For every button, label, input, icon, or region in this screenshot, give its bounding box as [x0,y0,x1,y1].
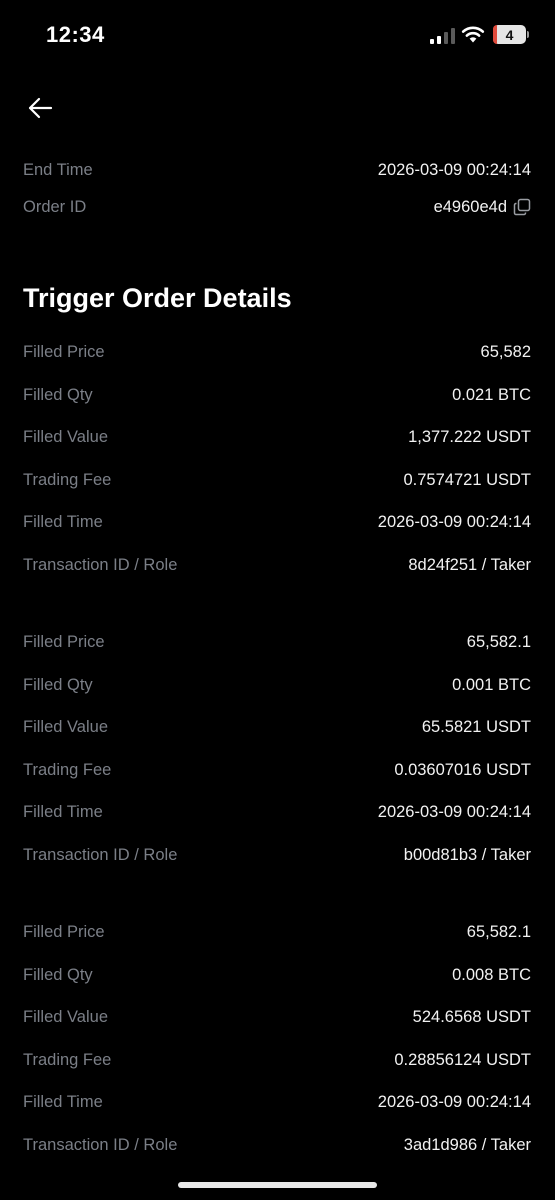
filled-price-label: Filled Price [23,632,105,651]
filled-price-label: Filled Price [23,342,105,361]
trading-fee-label: Trading Fee [23,1050,112,1069]
filled-price-row: Filled Price 65,582.1 [23,628,531,656]
status-time: 12:34 [46,22,105,47]
filled-value-label: Filled Value [23,717,108,736]
trading-fee-row: Trading Fee 0.7574721 USDT [23,466,531,494]
transaction-value: b00d81b3 / Taker [403,845,531,864]
filled-qty-value: 0.021 BTC [452,385,531,404]
filled-time-value: 2026-03-09 00:24:14 [377,1092,531,1111]
cellular-signal-icon [430,28,455,44]
arrow-left-icon [28,97,53,119]
section-title: Trigger Order Details [23,283,292,313]
copy-icon[interactable] [513,198,531,216]
filled-time-label: Filled Time [23,512,103,531]
filled-time-row: Filled Time 2026-03-09 00:24:14 [23,508,531,536]
filled-qty-row: Filled Qty 0.001 BTC [23,671,531,699]
filled-time-label: Filled Time [23,802,103,821]
trading-fee-value: 0.03607016 USDT [394,760,531,779]
filled-price-label: Filled Price [23,922,105,941]
filled-time-label: Filled Time [23,1092,103,1111]
end-time-row: End Time 2026-03-09 00:24:14 [23,156,531,184]
filled-qty-value: 0.001 BTC [452,675,531,694]
order-id-label: Order ID [23,197,87,216]
order-id-container: e4960e4d [434,198,531,217]
transaction-label: Transaction ID / Role [23,1135,178,1154]
filled-value-row: Filled Value 65.5821 USDT [23,713,531,741]
transaction-row: Transaction ID / Role 8d24f251 / Taker [23,551,531,579]
filled-price-row: Filled Price 65,582 [23,338,531,366]
filled-value-row: Filled Value 524.6568 USDT [23,1003,531,1031]
filled-price-value: 65,582 [480,342,531,361]
transaction-value: 8d24f251 / Taker [408,555,531,574]
filled-value-value: 524.6568 USDT [412,1007,531,1026]
filled-qty-row: Filled Qty 0.021 BTC [23,381,531,409]
filled-qty-label: Filled Qty [23,385,93,404]
filled-price-value: 65,582.1 [466,922,531,941]
filled-price-row: Filled Price 65,582.1 [23,918,531,946]
filled-value-label: Filled Value [23,427,108,446]
order-id-row: Order ID e4960e4d [23,193,531,221]
trading-fee-value: 0.28856124 USDT [394,1050,531,1069]
filled-value-value: 65.5821 USDT [421,717,531,736]
battery-tip [527,31,529,38]
transaction-value: 3ad1d986 / Taker [403,1135,531,1154]
filled-price-value: 65,582.1 [466,632,531,651]
filled-time-value: 2026-03-09 00:24:14 [377,512,531,531]
filled-qty-row: Filled Qty 0.008 BTC [23,961,531,989]
battery-level: 4 [505,26,514,43]
filled-qty-label: Filled Qty [23,965,93,984]
transaction-row: Transaction ID / Role b00d81b3 / Taker [23,841,531,869]
trading-fee-row: Trading Fee 0.03607016 USDT [23,756,531,784]
trading-fee-row: Trading Fee 0.28856124 USDT [23,1046,531,1074]
filled-qty-label: Filled Qty [23,675,93,694]
status-bar: 12:34 4 [0,0,555,70]
battery-fill [493,25,497,44]
filled-value-row: Filled Value 1,377.222 USDT [23,423,531,451]
filled-value-value: 1,377.222 USDT [408,427,531,446]
filled-value-label: Filled Value [23,1007,108,1026]
trading-fee-value: 0.7574721 USDT [403,470,532,489]
wifi-icon [461,26,485,43]
filled-qty-value: 0.008 BTC [452,965,531,984]
end-time-label: End Time [23,160,93,179]
home-indicator[interactable] [178,1182,377,1188]
filled-time-row: Filled Time 2026-03-09 00:24:14 [23,1088,531,1116]
back-button[interactable] [22,90,58,126]
trading-fee-label: Trading Fee [23,760,112,779]
transaction-label: Transaction ID / Role [23,555,178,574]
end-time-value: 2026-03-09 00:24:14 [377,160,531,179]
filled-time-row: Filled Time 2026-03-09 00:24:14 [23,798,531,826]
transaction-row: Transaction ID / Role 3ad1d986 / Taker [23,1131,531,1159]
battery-icon: 4 [493,25,526,44]
filled-time-value: 2026-03-09 00:24:14 [377,802,531,821]
transaction-label: Transaction ID / Role [23,845,178,864]
trading-fee-label: Trading Fee [23,470,112,489]
order-id-value: e4960e4d [433,197,507,216]
